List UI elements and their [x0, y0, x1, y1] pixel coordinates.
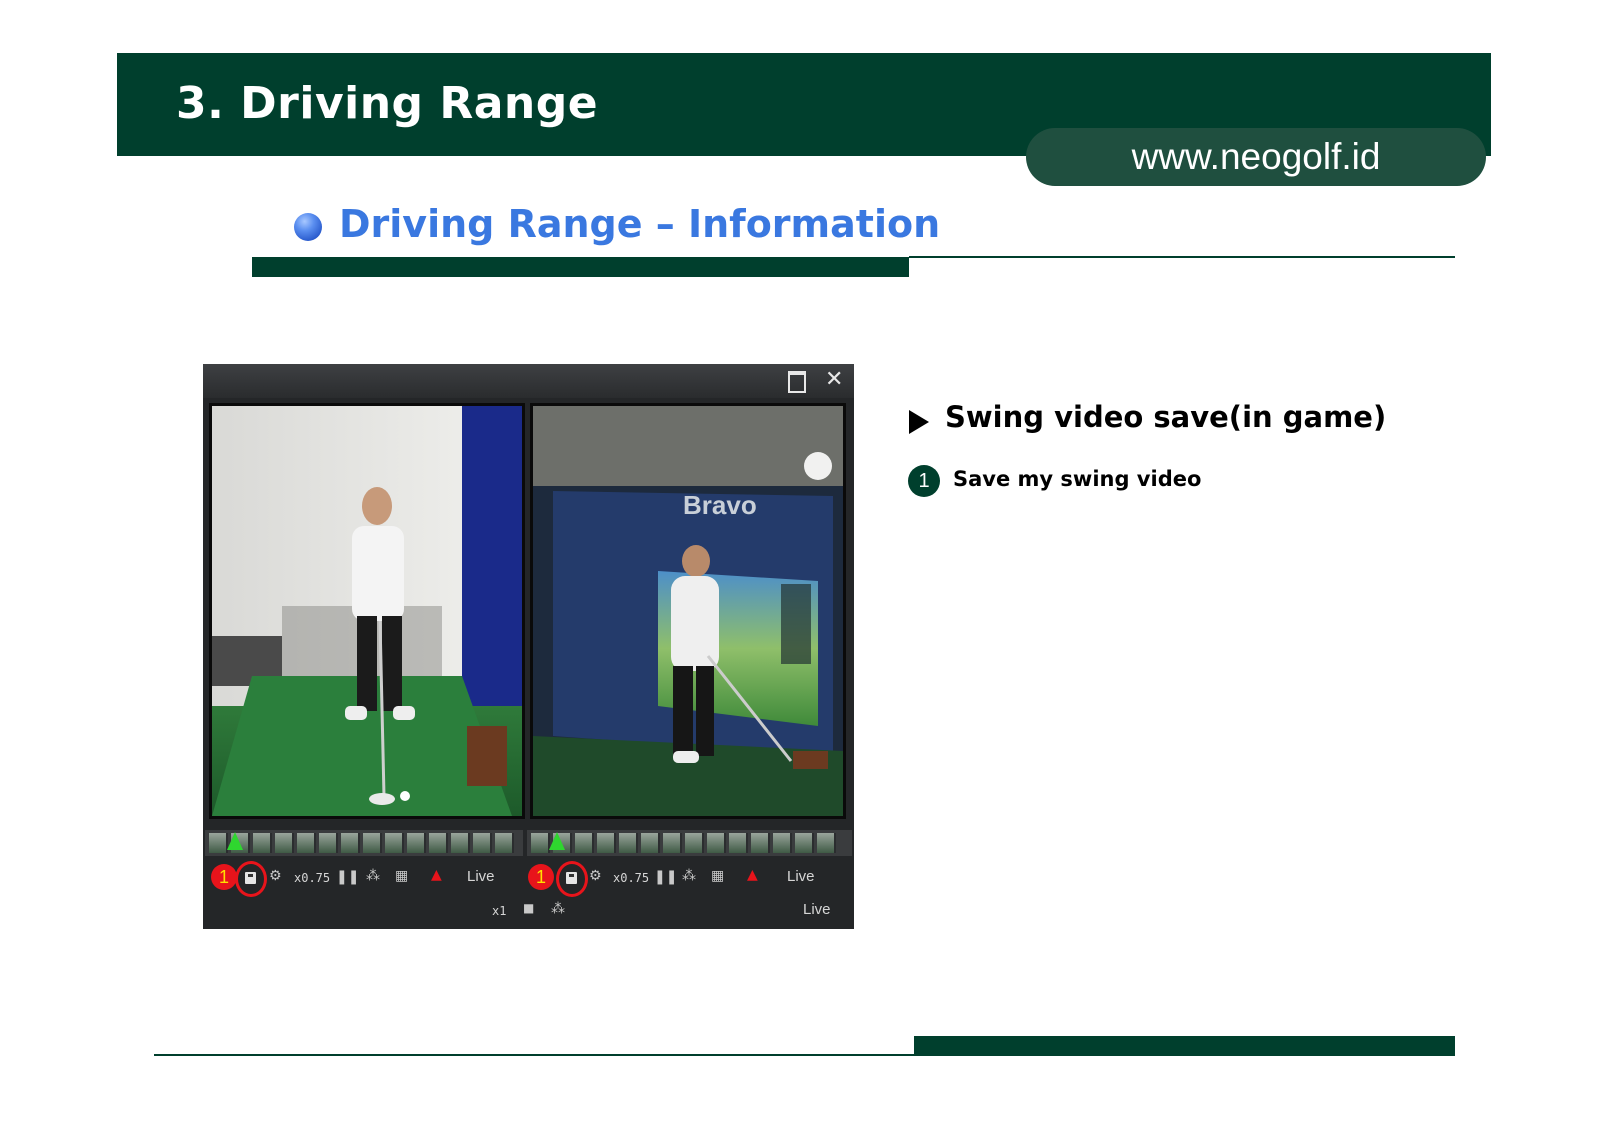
timeline-frame[interactable] — [297, 833, 316, 853]
side-camera-video: Bravo — [530, 403, 846, 819]
section-rule-thin — [909, 256, 1455, 258]
timeline-frame[interactable] — [597, 833, 616, 853]
timeline-frame[interactable] — [663, 833, 682, 853]
window-titlebar: ✕ — [203, 364, 854, 398]
pause-icon[interactable]: ❚❚ — [336, 869, 359, 885]
timeline-frame[interactable] — [275, 833, 294, 853]
timeline-position-marker[interactable] — [549, 832, 565, 850]
swing-video-window: ✕ Bravo 1 ⚙ x0.75 ❚❚ ⁂ ▦ ▲ Live 1 ⚙ x0.7… — [203, 364, 854, 929]
playback-speed[interactable]: x0.75 — [294, 871, 330, 885]
section-bullet-icon — [294, 213, 322, 241]
timeline-frame[interactable] — [575, 833, 594, 853]
pause-icon[interactable]: ❚❚ — [654, 869, 677, 885]
timeline-frame[interactable] — [685, 833, 704, 853]
info-heading: Swing video save(in game) — [945, 400, 1387, 434]
slide-title: 3. Driving Range — [176, 78, 599, 129]
bottom-controls: x1 ■ ⁂ Live — [203, 901, 854, 931]
compare-icon[interactable]: ▦ — [711, 868, 724, 884]
website-url: www.neogolf.id — [1026, 128, 1486, 186]
timeline-frame[interactable] — [707, 833, 726, 853]
step-number-badge: 1 — [908, 465, 940, 497]
right-player-controls: 1 ⚙ x0.75 ❚❚ ⁂ ▦ ▲ Live — [525, 861, 854, 897]
section-rule-thick — [252, 257, 909, 277]
timeline-frame[interactable] — [495, 833, 514, 853]
timeline-frame[interactable] — [407, 833, 426, 853]
upload-icon[interactable]: ▲ — [431, 867, 442, 883]
footer-rule-thin — [154, 1054, 914, 1056]
settings-icon[interactable]: ⚙ — [269, 868, 282, 884]
save-video-icon[interactable] — [566, 872, 577, 884]
timeline-frame[interactable] — [363, 833, 382, 853]
step-text: Save my swing video — [953, 467, 1202, 491]
left-player-controls: 1 ⚙ x0.75 ❚❚ ⁂ ▦ ▲ Live — [203, 861, 525, 897]
swing-line-icon[interactable]: ⁂ — [551, 901, 565, 917]
timeline-frame[interactable] — [795, 833, 814, 853]
timeline-frame[interactable] — [319, 833, 338, 853]
timeline-frame[interactable] — [385, 833, 404, 853]
front-camera-scene — [212, 406, 522, 816]
right-frame-timeline[interactable] — [527, 830, 852, 856]
close-icon[interactable]: ✕ — [825, 368, 843, 392]
timeline-frame[interactable] — [619, 833, 638, 853]
timeline-frame[interactable] — [729, 833, 748, 853]
live-button[interactable]: Live — [787, 868, 815, 885]
front-camera-video — [209, 403, 525, 819]
side-camera-scene: Bravo — [533, 406, 843, 816]
footer-rule-thick — [914, 1036, 1455, 1056]
play-arrow-icon — [909, 410, 929, 434]
swing-line-icon[interactable]: ⁂ — [366, 868, 380, 884]
timeline-frame[interactable] — [773, 833, 792, 853]
playback-speed[interactable]: x0.75 — [613, 871, 649, 885]
global-speed[interactable]: x1 — [492, 904, 506, 918]
callout-marker-left: 1 — [211, 864, 237, 890]
save-video-icon[interactable] — [245, 872, 256, 884]
timeline-frame[interactable] — [429, 833, 448, 853]
wall-brand-text: Bravo — [683, 490, 757, 520]
section-title: Driving Range – Information — [339, 202, 941, 246]
timeline-frame[interactable] — [641, 833, 660, 853]
timeline-frame[interactable] — [531, 833, 550, 853]
callout-marker-right: 1 — [528, 864, 554, 890]
compare-icon[interactable]: ▦ — [395, 868, 408, 884]
timeline-frame[interactable] — [751, 833, 770, 853]
live-button[interactable]: Live — [803, 901, 831, 918]
timeline-frame[interactable] — [253, 833, 272, 853]
left-frame-timeline[interactable] — [205, 830, 523, 856]
timeline-frame[interactable] — [451, 833, 470, 853]
timeline-frame[interactable] — [341, 833, 360, 853]
timeline-frame[interactable] — [817, 833, 836, 853]
settings-icon[interactable]: ⚙ — [589, 868, 602, 884]
swing-line-icon[interactable]: ⁂ — [682, 868, 696, 884]
timeline-frame[interactable] — [473, 833, 492, 853]
live-button[interactable]: Live — [467, 868, 495, 885]
timeline-frame[interactable] — [209, 833, 228, 853]
maximize-icon[interactable] — [788, 371, 806, 393]
stop-icon[interactable]: ■ — [523, 901, 534, 915]
upload-icon[interactable]: ▲ — [747, 867, 758, 883]
timeline-position-marker[interactable] — [227, 832, 243, 850]
